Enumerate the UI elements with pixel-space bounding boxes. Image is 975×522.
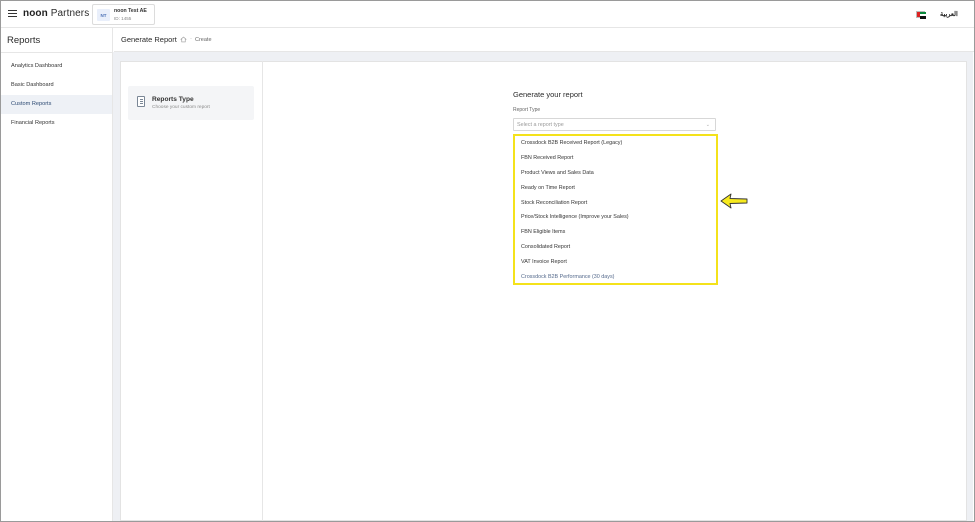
page-title: Generate Report [121,35,177,44]
dropdown-option[interactable]: Product Views and Sales Data [515,166,716,181]
sidebar-title: Reports [7,35,41,46]
breadcrumb-current: Create [195,36,212,43]
store-id: ID: 1455 [114,16,132,21]
sidebar: Reports Analytics Dashboard Basic Dashbo… [1,28,113,521]
sidebar-item-analytics-dashboard[interactable]: Analytics Dashboard [1,57,112,76]
dropdown-option[interactable]: Stock Reconciliation Report [515,196,716,211]
report-type-dropdown: Crossdock B2B Received Report (Legacy) F… [513,134,718,285]
content-header: Generate Report · Create [114,28,974,52]
top-bar: noon Partners NT noon Test AE ID: 1455 ا… [1,1,974,28]
report-type-select[interactable]: Select a report type ⌄ [513,118,716,131]
sidebar-item-financial-reports[interactable]: Financial Reports [1,114,112,133]
home-icon[interactable] [180,36,187,43]
reports-type-subtitle: Choose your custom report [152,105,210,110]
store-badge: NT [97,9,110,21]
dropdown-option[interactable]: Price/Stock Intelligence (Improve your S… [515,210,716,225]
report-document-icon [137,96,145,107]
form-heading: Generate your report [513,90,583,99]
pointer-arrow-icon [720,193,748,209]
sidebar-item-basic-dashboard[interactable]: Basic Dashboard [1,76,112,95]
dropdown-option[interactable]: FBN Eligible Items [515,225,716,240]
divider [1,52,112,53]
chevron-down-icon: ⌄ [705,122,710,128]
brand-logo[interactable]: noon Partners [23,8,89,19]
store-switcher[interactable]: NT noon Test AE ID: 1455 [92,4,155,25]
dropdown-option[interactable]: FBN Received Report [515,151,716,166]
hamburger-icon[interactable] [8,10,17,18]
reports-type-title: Reports Type [152,96,194,103]
brand-bold: noon [23,8,48,19]
dropdown-option[interactable]: Ready on Time Report [515,181,716,196]
dropdown-option[interactable]: Consolidated Report [515,240,716,255]
sidebar-nav: Analytics Dashboard Basic Dashboard Cust… [1,57,112,133]
divider [262,61,263,521]
uae-flag-icon[interactable] [916,11,926,19]
store-name: noon Test AE [114,8,147,14]
dropdown-option[interactable]: Crossdock B2B Received Report (Legacy) [515,136,716,151]
brand-rest: Partners [50,8,90,19]
reports-type-tab[interactable]: Reports Type Choose your custom report [128,86,254,120]
report-type-label: Report Type [513,107,541,113]
sidebar-item-custom-reports[interactable]: Custom Reports [1,95,112,114]
dropdown-option[interactable]: Crossdock B2B Performance (30 days) [515,270,716,285]
language-toggle[interactable]: العربية [940,10,958,18]
dropdown-option[interactable]: VAT Invoice Report [515,255,716,270]
breadcrumb-separator: · [190,36,192,42]
select-placeholder: Select a report type [517,122,564,128]
